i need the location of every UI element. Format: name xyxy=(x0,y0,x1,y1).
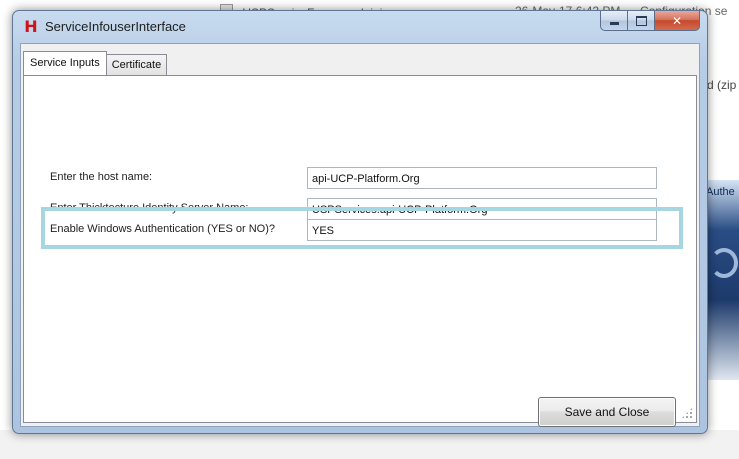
windows-auth-row: Enable Windows Authentication (YES or NO… xyxy=(24,219,684,243)
save-and-close-button[interactable]: Save and Close xyxy=(538,397,676,427)
service-info-dialog: H ServiceInfouserInterface ✕ Service Inp… xyxy=(12,10,708,434)
window-title: ServiceInfouserInterface xyxy=(45,19,186,34)
minimize-button[interactable] xyxy=(600,11,627,31)
background-side-panel: Authe xyxy=(704,180,739,380)
background-side-label: Authe xyxy=(706,186,735,198)
resize-grip-icon[interactable] xyxy=(681,407,693,419)
maximize-button[interactable] xyxy=(627,11,654,31)
tab-certificate[interactable]: Certificate xyxy=(105,54,168,75)
close-icon: ✕ xyxy=(671,13,683,28)
background-side-text: d (zip xyxy=(707,78,737,92)
tab-strip: Service Inputs Certificate xyxy=(23,51,168,75)
minimize-icon xyxy=(609,22,619,25)
maximize-icon xyxy=(635,15,647,26)
host-name-row: Enter the host name: xyxy=(24,167,684,191)
service-inputs-page: Enter the host name: Enter Thicktecture … xyxy=(23,75,697,427)
app-h-icon: H xyxy=(24,17,38,36)
windows-auth-input[interactable] xyxy=(307,219,657,241)
close-button[interactable]: ✕ xyxy=(654,11,700,31)
windows-auth-label: Enable Windows Authentication (YES or NO… xyxy=(50,223,276,235)
background-logo-icon xyxy=(710,248,738,278)
host-name-label: Enter the host name: xyxy=(50,171,153,183)
window-controls: ✕ xyxy=(600,11,700,31)
host-name-input[interactable] xyxy=(307,167,657,189)
dialog-client-area: Service Inputs Certificate Enter the hos… xyxy=(20,43,700,427)
background-footer xyxy=(0,430,739,459)
tab-service-inputs[interactable]: Service Inputs xyxy=(23,51,107,75)
